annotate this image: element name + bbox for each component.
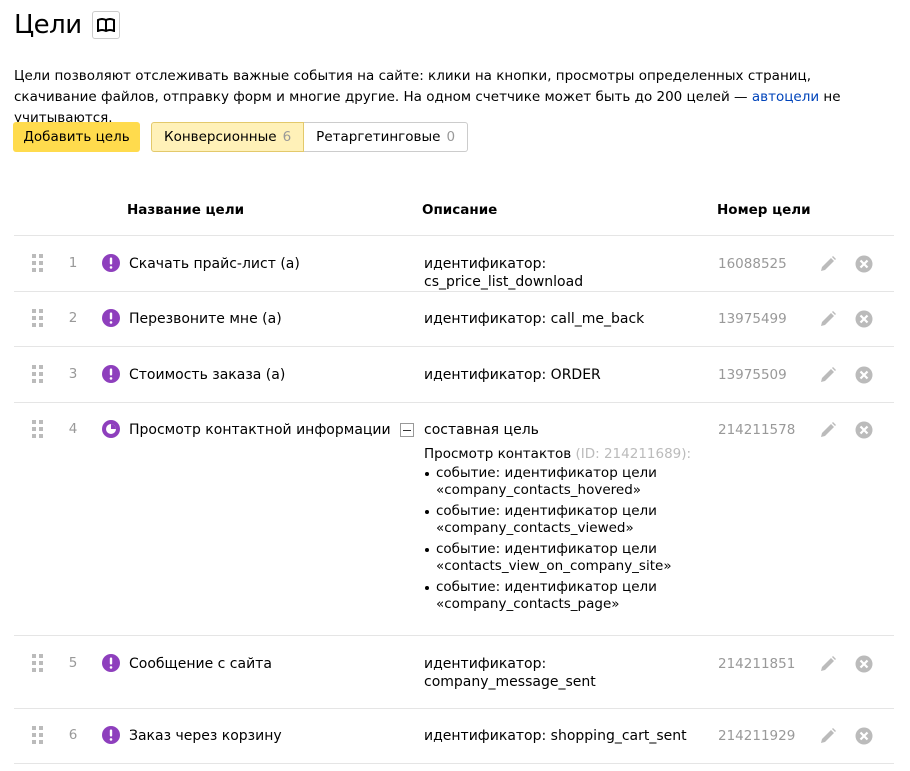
goal-name[interactable]: Стоимость заказа (а) xyxy=(129,366,285,384)
goal-name[interactable]: Просмотр контактной информации xyxy=(129,421,391,439)
row-number: 6 xyxy=(68,727,78,743)
autogoals-link[interactable]: автоцели xyxy=(752,89,819,105)
tab-conversion[interactable]: Конверсионные 6 xyxy=(151,122,305,152)
drag-handle-icon[interactable] xyxy=(32,420,44,438)
tab-retargeting[interactable]: Ретаргетинговые 0 xyxy=(304,122,469,152)
composite-goal-icon xyxy=(102,420,120,438)
event-value: «contacts_view_on_company_site» xyxy=(436,558,672,574)
pencil-icon[interactable] xyxy=(819,366,837,384)
event-list: событие: идентификатор цели «company_cont… xyxy=(424,465,672,617)
goal-name[interactable]: Перезвоните мне (а) xyxy=(129,310,282,328)
goal-description: идентификатор: call_me_back xyxy=(424,311,645,327)
event-value: «company_contacts_hovered» xyxy=(436,482,642,498)
column-header-id: Номер цели xyxy=(717,202,811,218)
column-header-description: Описание xyxy=(422,202,498,218)
list-item: событие: идентификатор цели «contacts_vie… xyxy=(424,541,672,575)
list-item: событие: идентификатор цели «company_cont… xyxy=(424,465,672,499)
goal-name[interactable]: Скачать прайс-лист (а) xyxy=(129,255,300,273)
event-line: событие: идентификатор цели xyxy=(436,579,657,595)
row-divider xyxy=(14,708,894,709)
step-title: Просмотр контактов xyxy=(424,446,572,462)
event-line: событие: идентификатор цели xyxy=(436,503,657,519)
tab-label: Ретаргетинговые xyxy=(316,129,441,145)
event-value: «company_contacts_viewed» xyxy=(436,520,634,536)
intro-text-part: Цели позволяют отслеживать важные событи… xyxy=(14,68,812,105)
pencil-icon[interactable] xyxy=(819,421,837,439)
close-icon[interactable] xyxy=(855,655,873,673)
event-line: событие: идентификатор цели xyxy=(436,541,657,557)
goal-id: 13975509 xyxy=(718,367,787,383)
exclamation-icon xyxy=(102,726,120,744)
pencil-icon[interactable] xyxy=(819,255,837,273)
goal-type-tabs: Конверсионные 6 Ретаргетинговые 0 xyxy=(151,122,469,152)
tab-count: 6 xyxy=(282,129,292,145)
drag-handle-icon[interactable] xyxy=(32,726,44,744)
event-value: «company_contacts_page» xyxy=(436,596,620,612)
goal-name[interactable]: Заказ через корзину xyxy=(129,727,282,745)
title-row: Цели xyxy=(14,8,120,42)
row-divider xyxy=(14,235,894,236)
goal-id: 16088525 xyxy=(718,256,787,272)
row-number: 5 xyxy=(68,655,78,671)
row-number: 2 xyxy=(68,310,78,326)
description-value: company_message_sent xyxy=(424,674,596,690)
goal-description: идентификатор: company_message_sent xyxy=(424,655,694,691)
column-header-name: Название цели xyxy=(127,202,245,218)
row-divider xyxy=(14,346,894,347)
drag-handle-icon[interactable] xyxy=(32,654,44,672)
pencil-icon[interactable] xyxy=(819,727,837,745)
collapse-toggle[interactable] xyxy=(400,423,414,437)
exclamation-icon xyxy=(102,654,120,672)
event-line: событие: идентификатор цели xyxy=(436,465,657,481)
intro-text: Цели позволяют отслеживать важные событи… xyxy=(14,66,894,129)
row-divider xyxy=(14,635,894,636)
row-divider xyxy=(14,763,894,764)
goal-description: составная цель xyxy=(424,422,539,438)
exclamation-icon xyxy=(102,365,120,383)
step-id: (ID: 214211689): xyxy=(575,446,692,462)
goal-id: 214211578 xyxy=(718,422,796,438)
pencil-icon[interactable] xyxy=(819,310,837,328)
list-item: событие: идентификатор цели «company_cont… xyxy=(424,579,672,613)
goal-id: 214211851 xyxy=(718,656,796,672)
page-title: Цели xyxy=(14,10,82,40)
goal-description: идентификатор: cs_price_list_download xyxy=(424,256,584,290)
close-icon[interactable] xyxy=(855,366,873,384)
composite-step: Просмотр контактов (ID: 214211689): xyxy=(424,446,691,463)
goal-description: идентификатор: ORDER xyxy=(424,367,601,383)
close-icon[interactable] xyxy=(855,310,873,328)
exclamation-icon xyxy=(102,254,120,272)
close-icon[interactable] xyxy=(855,421,873,439)
description-line: идентификатор: xyxy=(424,656,547,672)
row-number: 1 xyxy=(68,255,78,271)
help-book-button[interactable] xyxy=(91,11,120,39)
drag-handle-icon[interactable] xyxy=(32,309,44,327)
row-number: 3 xyxy=(68,366,78,382)
goal-description: идентификатор: shopping_cart_sent xyxy=(424,728,687,744)
goal-name[interactable]: Сообщение с сайта xyxy=(129,655,272,673)
tab-label: Конверсионные xyxy=(164,129,277,145)
row-divider xyxy=(14,291,894,292)
book-icon xyxy=(96,18,115,32)
row-number: 4 xyxy=(68,421,78,437)
drag-handle-icon[interactable] xyxy=(32,365,44,383)
pencil-icon[interactable] xyxy=(819,655,837,673)
drag-handle-icon[interactable] xyxy=(32,254,44,272)
close-icon[interactable] xyxy=(855,727,873,745)
goal-id: 13975499 xyxy=(718,311,787,327)
exclamation-icon xyxy=(102,309,120,327)
tab-count: 0 xyxy=(446,129,456,145)
close-icon[interactable] xyxy=(855,255,873,273)
list-item: событие: идентификатор цели «company_cont… xyxy=(424,503,672,537)
add-goal-button[interactable]: Добавить цель xyxy=(13,122,140,152)
goal-id: 214211929 xyxy=(718,728,796,744)
row-divider xyxy=(14,402,894,403)
